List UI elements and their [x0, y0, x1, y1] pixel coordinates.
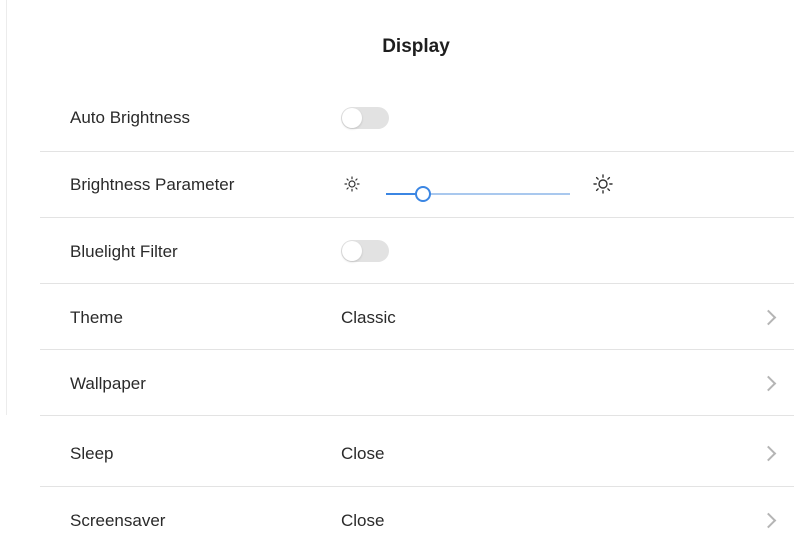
- chevron-right-icon: [760, 512, 777, 529]
- display-settings-page: Display Auto Brightness Brightness Param…: [0, 0, 808, 535]
- theme-value: Classic: [341, 308, 396, 327]
- sleep-label: Sleep: [70, 444, 114, 463]
- brightness-slider-thumb[interactable]: [415, 186, 431, 202]
- wallpaper-row[interactable]: Wallpaper: [40, 350, 794, 416]
- theme-label: Theme: [70, 308, 123, 327]
- chevron-right-icon: [760, 445, 777, 462]
- chevron-right-icon: [760, 309, 777, 326]
- auto-brightness-toggle[interactable]: [341, 107, 389, 129]
- brightness-parameter-label: Brightness Parameter: [70, 175, 235, 194]
- toggle-knob: [342, 108, 362, 128]
- bluelight-filter-toggle[interactable]: [341, 240, 389, 262]
- sleep-value: Close: [341, 444, 385, 463]
- wallpaper-label: Wallpaper: [70, 374, 146, 393]
- chevron-right-icon: [760, 375, 777, 392]
- theme-row[interactable]: Theme Classic: [40, 284, 794, 350]
- page-title: Display: [382, 36, 450, 57]
- bluelight-filter-row: Bluelight Filter: [40, 218, 794, 284]
- brightness-slider[interactable]: [386, 186, 570, 202]
- brightness-parameter-row: Brightness Parameter: [40, 152, 794, 218]
- left-edge-divider: [6, 0, 7, 415]
- sun-large-icon: [593, 174, 613, 194]
- auto-brightness-label: Auto Brightness: [70, 108, 191, 127]
- sun-small-icon: [344, 176, 360, 192]
- auto-brightness-row: Auto Brightness: [40, 86, 794, 152]
- screensaver-row[interactable]: Screensaver Close: [40, 487, 794, 535]
- screensaver-value: Close: [341, 511, 385, 530]
- sleep-row[interactable]: Sleep Close: [40, 420, 794, 487]
- screensaver-label: Screensaver: [70, 511, 166, 530]
- bluelight-filter-label: Bluelight Filter: [70, 242, 178, 261]
- toggle-knob: [342, 241, 362, 261]
